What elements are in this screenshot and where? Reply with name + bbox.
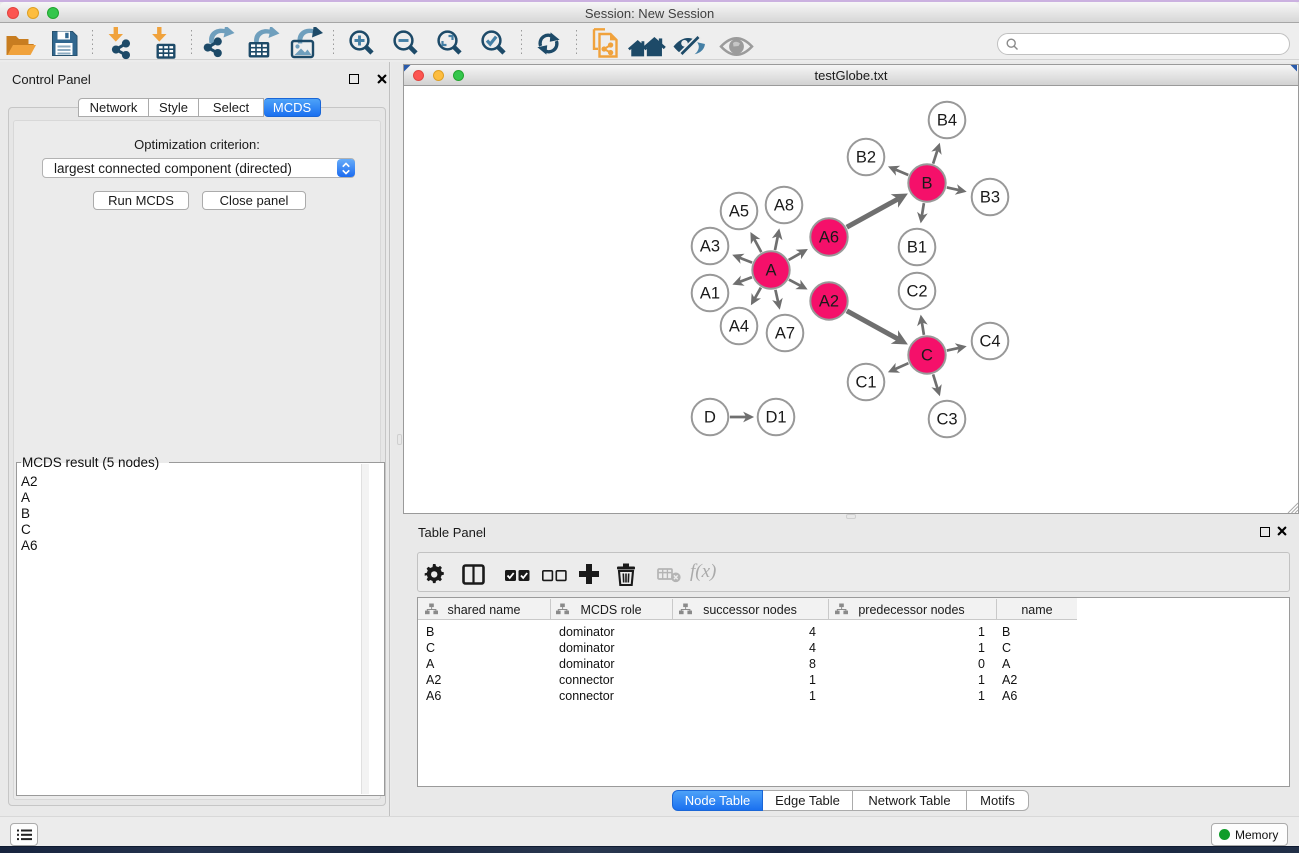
svg-text:B: B bbox=[921, 175, 932, 193]
svg-text:D1: D1 bbox=[765, 409, 786, 427]
svg-text:C3: C3 bbox=[936, 411, 957, 429]
svg-text:C2: C2 bbox=[906, 283, 927, 301]
svg-text:A8: A8 bbox=[774, 197, 794, 215]
svg-text:B1: B1 bbox=[907, 239, 927, 257]
svg-text:A2: A2 bbox=[819, 293, 839, 311]
svg-text:B4: B4 bbox=[937, 112, 957, 130]
svg-text:D: D bbox=[704, 409, 716, 427]
svg-text:C: C bbox=[921, 347, 933, 365]
svg-text:A6: A6 bbox=[819, 229, 839, 247]
svg-text:A: A bbox=[765, 262, 776, 280]
svg-text:A3: A3 bbox=[700, 238, 720, 256]
svg-text:A1: A1 bbox=[700, 285, 720, 303]
svg-text:C4: C4 bbox=[979, 333, 1000, 351]
svg-text:A4: A4 bbox=[729, 318, 749, 336]
svg-text:A7: A7 bbox=[775, 325, 795, 343]
svg-text:A5: A5 bbox=[729, 203, 749, 221]
svg-text:B3: B3 bbox=[980, 189, 1000, 207]
svg-text:B2: B2 bbox=[856, 149, 876, 167]
svg-text:C1: C1 bbox=[855, 374, 876, 392]
